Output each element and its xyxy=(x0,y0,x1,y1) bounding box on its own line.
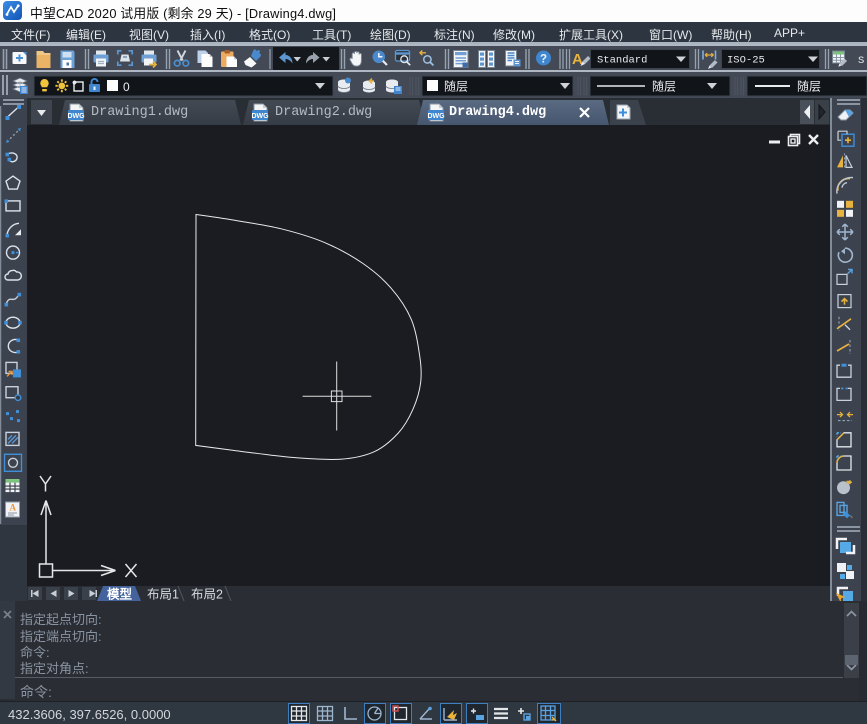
svg-text:A: A xyxy=(10,503,17,513)
svg-text:S: S xyxy=(858,55,864,67)
svg-text:Standard: Standard xyxy=(597,55,647,67)
svg-text:随层: 随层 xyxy=(444,79,468,94)
svg-text:随层: 随层 xyxy=(797,79,821,94)
svg-text:DWG: DWG xyxy=(67,113,85,120)
svg-text:随层: 随层 xyxy=(652,79,676,94)
svg-text:DWG: DWG xyxy=(427,113,445,120)
svg-text:布局2: 布局2 xyxy=(191,588,223,602)
svg-text:DWG: DWG xyxy=(251,113,269,120)
svg-text:ISO-25: ISO-25 xyxy=(727,55,765,67)
svg-text:布局1: 布局1 xyxy=(147,588,179,602)
svg-text:0: 0 xyxy=(123,80,130,94)
svg-text:模型: 模型 xyxy=(107,587,133,602)
svg-text:?: ? xyxy=(540,54,547,66)
